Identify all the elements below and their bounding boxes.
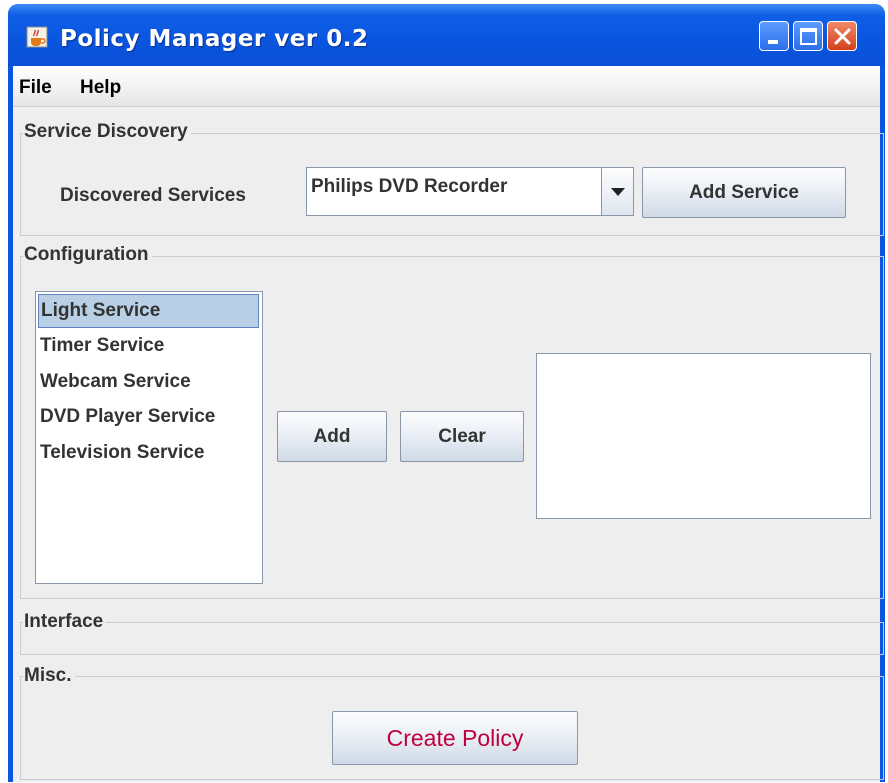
maximize-icon xyxy=(800,28,817,45)
add-service-button[interactable]: Add Service xyxy=(642,167,846,218)
menu-file[interactable]: File xyxy=(19,77,52,99)
menu-bar: File Help xyxy=(13,66,880,107)
list-item-label: Webcam Service xyxy=(40,371,191,392)
list-item[interactable]: DVD Player Service xyxy=(38,401,259,435)
interface-title: Interface xyxy=(23,611,107,633)
misc-title: Misc. xyxy=(23,665,75,687)
list-item-label: Timer Service xyxy=(40,335,165,356)
list-item-label: Television Service xyxy=(40,442,205,463)
configuration-title: Configuration xyxy=(23,244,152,266)
list-item[interactable]: Television Service xyxy=(38,437,259,471)
maximize-button[interactable] xyxy=(793,21,823,51)
discovered-services-label: Discovered Services xyxy=(60,185,246,206)
window-title: Policy Manager ver 0.2 xyxy=(60,26,369,52)
list-item[interactable]: Webcam Service xyxy=(38,366,259,400)
list-item-label: Light Service xyxy=(41,300,161,321)
list-item-label: DVD Player Service xyxy=(40,406,216,427)
dropdown-arrow-button[interactable] xyxy=(601,168,633,215)
services-list[interactable]: Light Service Timer Service Webcam Servi… xyxy=(35,291,263,584)
close-button[interactable] xyxy=(827,21,857,51)
chevron-down-icon xyxy=(611,188,625,196)
configuration-output-area[interactable] xyxy=(536,353,871,519)
title-bar[interactable]: Policy Manager ver 0.2 xyxy=(8,4,885,66)
app-window: Policy Manager ver 0.2 File Help Service… xyxy=(8,4,885,782)
window-content: File Help Service Discovery Discovered S… xyxy=(13,66,884,782)
minimize-icon xyxy=(768,40,778,44)
list-item[interactable]: Timer Service xyxy=(38,330,259,364)
discovered-services-value: Philips DVD Recorder xyxy=(311,176,508,197)
menu-help[interactable]: Help xyxy=(80,77,121,99)
create-policy-button[interactable]: Create Policy xyxy=(332,711,578,765)
close-icon xyxy=(834,28,851,45)
discovered-services-dropdown[interactable]: Philips DVD Recorder xyxy=(306,167,634,216)
list-item[interactable]: Light Service xyxy=(38,294,259,328)
minimize-button[interactable] xyxy=(759,21,789,51)
java-cup-icon xyxy=(26,26,48,48)
service-discovery-title: Service Discovery xyxy=(23,121,191,143)
clear-button[interactable]: Clear xyxy=(400,411,524,462)
add-button[interactable]: Add xyxy=(277,411,387,462)
interface-panel xyxy=(20,622,884,655)
